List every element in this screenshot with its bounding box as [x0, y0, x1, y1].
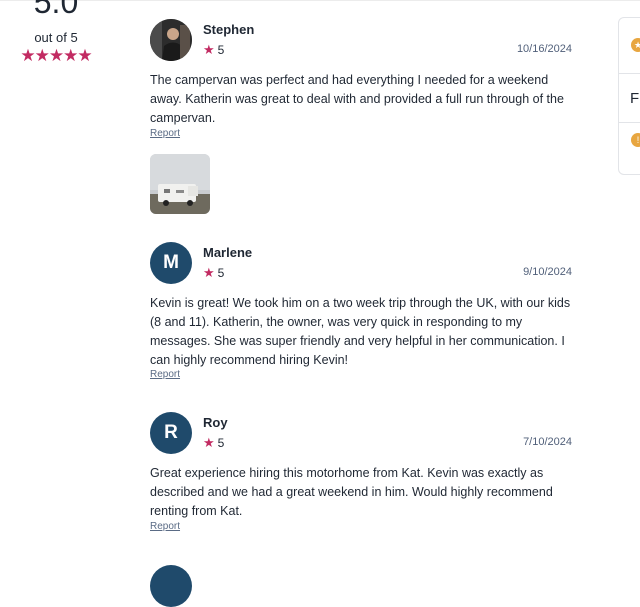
star-badge-icon: ★	[631, 38, 640, 52]
info-badge-icon: !	[631, 133, 640, 147]
report-link[interactable]: Report	[150, 128, 180, 139]
review-item: M Marlene ★ 5 9/10/2024 Kevin is great! W…	[150, 242, 572, 387]
review-text: Great experience hiring this motorhome f…	[150, 466, 553, 518]
reviewer-name: Roy	[203, 415, 228, 430]
review-date: 9/10/2024	[523, 266, 572, 278]
review-text: The campervan was perfect and had everyt…	[150, 73, 564, 125]
report-link[interactable]: Report	[150, 369, 180, 380]
reviewer-avatar: R	[150, 412, 192, 454]
report-link[interactable]: Report	[150, 521, 180, 532]
average-score: 5.0	[33, 0, 79, 20]
campervan-photo-icon	[150, 154, 210, 214]
rating-value: 5	[217, 43, 225, 57]
star-icon: ★	[203, 435, 215, 450]
review-date: 10/16/2024	[516, 43, 572, 55]
reviewer-photo-icon	[150, 19, 192, 61]
card-divider	[619, 122, 640, 123]
side-card: ★ Fr !	[618, 17, 640, 175]
review-item: Stephen ★ 5 10/16/2024 The campervan was …	[150, 19, 572, 219]
card-divider	[619, 73, 640, 74]
rating-value: 5	[217, 266, 225, 280]
rating-value: 5	[217, 436, 225, 450]
reviewer-avatar	[150, 19, 192, 61]
reviewer-avatar	[150, 565, 192, 607]
summary-stars-icon: ★★★★★	[20, 46, 92, 65]
star-icon: ★	[203, 265, 215, 280]
reviewer-name: Stephen	[203, 22, 255, 37]
review-rating: ★ 5	[203, 42, 224, 58]
review-text: Kevin is great! We took him on a two wee…	[150, 296, 571, 367]
out-of-label: out of 5	[34, 30, 78, 45]
reviewer-name: Marlene	[203, 245, 253, 260]
review-rating: ★ 5	[203, 435, 224, 451]
review-rating: ★ 5	[203, 265, 224, 281]
review-photo[interactable]	[150, 154, 210, 214]
review-item: R Roy ★ 5 7/10/2024 Great experience hiri…	[150, 412, 572, 537]
review-date: 7/10/2024	[523, 436, 572, 448]
card-partial-text: Fr	[630, 90, 640, 107]
star-icon: ★	[203, 42, 215, 57]
reviewer-avatar: M	[150, 242, 192, 284]
